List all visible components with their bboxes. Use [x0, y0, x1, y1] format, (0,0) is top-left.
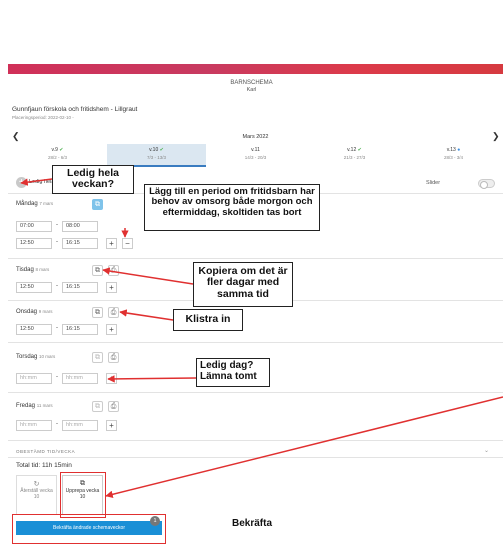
callout-ledigdag: Ledig dag? Lämna tomt: [196, 358, 270, 387]
callout-klistra: Klistra in: [173, 309, 243, 331]
callout-ledig: Ledig hela veckan?: [52, 165, 134, 194]
callout-period: Lägg till en period om fritidsbarn har b…: [144, 184, 320, 231]
arrow-repeat: [105, 396, 503, 499]
arrow-ledig: [20, 178, 53, 186]
callout-bekrafta: Bekräfta: [232, 518, 273, 529]
arrow-copy: [102, 267, 194, 285]
callout-kopiera: Kopiera om det är fler dagar med samma t…: [193, 262, 293, 307]
arrow-paste: [119, 309, 174, 321]
arrow-empty-day: [107, 375, 197, 383]
